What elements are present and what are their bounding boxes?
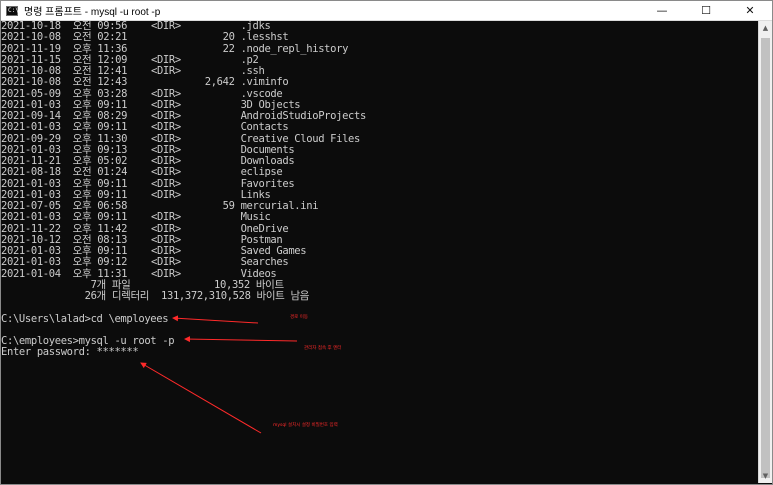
annotation-arrow-password (140, 362, 262, 434)
annotation-arrow-cd (172, 315, 259, 324)
annotation-label-password: mysql 설치시 설정 비밀번호 입력 (273, 423, 338, 428)
annotation-label-login: 관리자 접속 후 엔터 (304, 346, 342, 351)
annotation-arrow-mysql (184, 336, 298, 343)
command-prompt-window: C:\ 명령 프롬프트 - mysql -u root -p — ☐ ✕ 202… (0, 0, 773, 485)
annotation-label-path: 경로 이동 (290, 315, 308, 320)
annotation-arrows (140, 315, 298, 434)
